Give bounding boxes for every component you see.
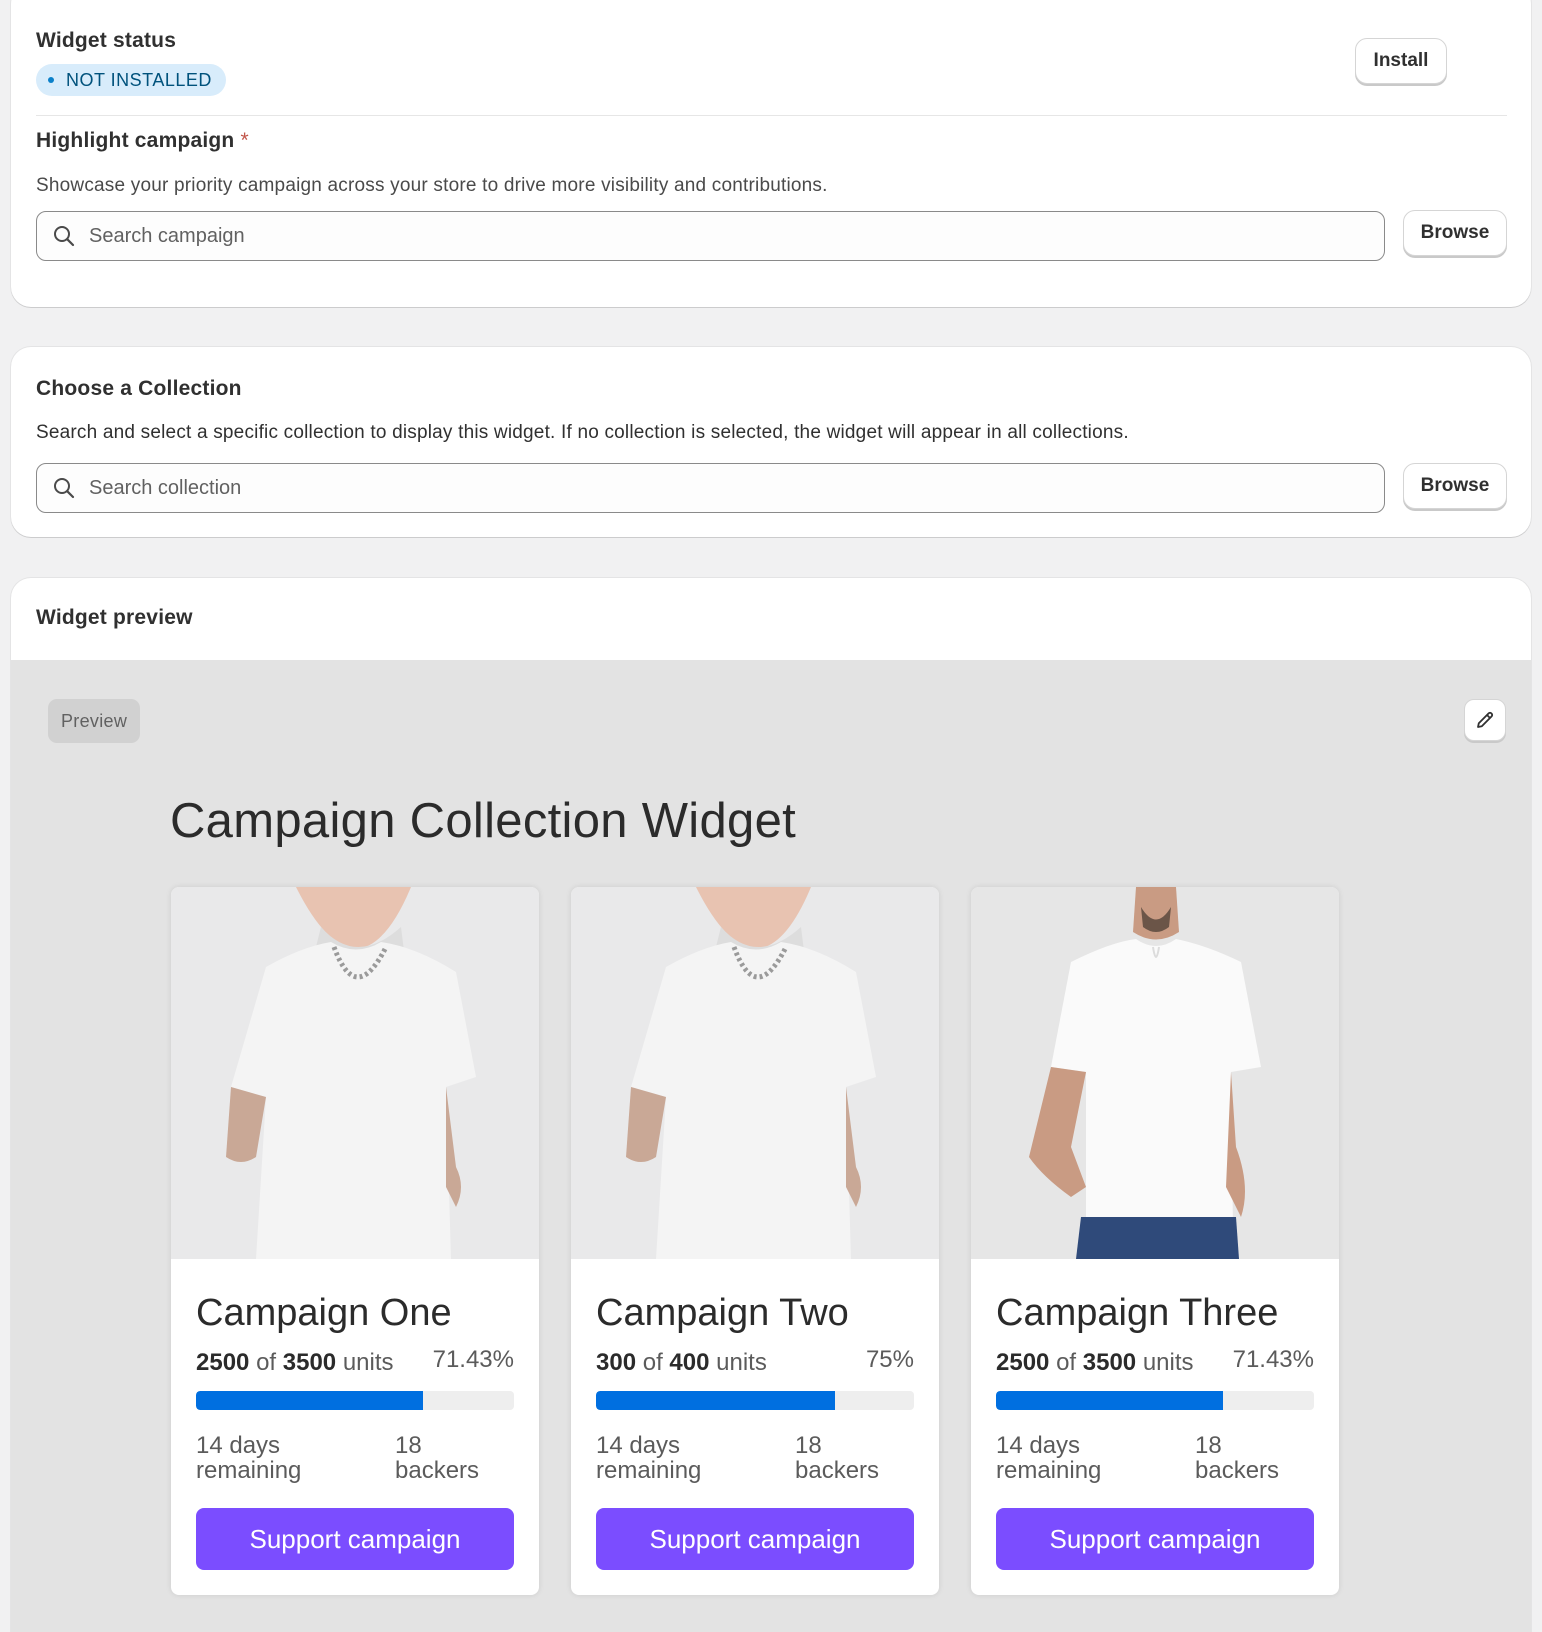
search-collection-field[interactable] — [36, 463, 1385, 513]
search-icon — [54, 226, 75, 247]
highlight-campaign-description: Showcase your priority campaign across y… — [36, 175, 828, 196]
widget-heading: Campaign Collection Widget — [170, 794, 797, 848]
campaign-card: Campaign One 2500 of 3500 units 71.43% 1… — [171, 887, 539, 1595]
units-of: of — [642, 1349, 663, 1376]
campaign-card: Campaign Three 2500 of 3500 units 71.43%… — [971, 887, 1339, 1595]
units-label: units — [716, 1349, 767, 1376]
units-of: of — [256, 1349, 277, 1376]
campaign-units: 2500 of 3500 units — [996, 1349, 1194, 1377]
campaign-units: 300 of 400 units — [596, 1349, 767, 1377]
campaign-image — [571, 887, 939, 1259]
units-label: units — [1142, 1349, 1194, 1376]
campaign-units: 2500 of 3500 units — [196, 1349, 394, 1377]
search-icon — [54, 478, 75, 499]
search-campaign-field[interactable] — [36, 211, 1385, 261]
campaign-percent: 71.43% — [1232, 1346, 1314, 1373]
search-campaign-input[interactable] — [89, 224, 1329, 248]
campaign-image — [171, 887, 539, 1259]
campaign-percent: 75% — [865, 1346, 914, 1373]
campaign-percent: 71.43% — [432, 1346, 514, 1373]
progress-fill — [596, 1391, 835, 1410]
support-campaign-button[interactable]: Support campaign — [996, 1508, 1314, 1570]
backers-count: 18 backers — [795, 1432, 880, 1484]
preview-canvas: Preview Campaign Collection Widget Campa… — [11, 660, 1531, 1632]
preview-tag: Preview — [48, 699, 141, 743]
highlight-campaign-title: Highlight campaign * — [36, 129, 249, 153]
status-badge-label: NOT INSTALLED — [66, 69, 212, 90]
browse-campaign-button[interactable]: Browse — [1403, 210, 1507, 256]
choose-collection-title: Choose a Collection — [36, 377, 242, 400]
days-remaining: 14 days remaining — [596, 1432, 702, 1484]
model-tshirt-jeans-image — [971, 887, 1339, 1259]
status-badge: NOT INSTALLED — [36, 64, 226, 96]
units-of: of — [1056, 1349, 1077, 1376]
campaign-image — [971, 887, 1339, 1259]
campaign-progress-bar — [196, 1391, 514, 1410]
campaign-progress-bar — [596, 1391, 914, 1410]
campaign-card: Campaign Two 300 of 400 units 75% 14 day… — [571, 887, 939, 1595]
progress-fill — [196, 1391, 424, 1410]
choose-collection-description: Search and select a specific collection … — [36, 422, 1129, 443]
campaign-title: Campaign One — [196, 1292, 452, 1334]
required-indicator: * — [240, 129, 249, 152]
pencil-icon — [1477, 711, 1494, 728]
units-goal: 400 — [669, 1349, 710, 1376]
units-label: units — [342, 1349, 394, 1376]
model-tshirt-image — [171, 887, 539, 1259]
backers-count: 18 backers — [1195, 1432, 1280, 1484]
units-goal: 3500 — [282, 1349, 337, 1376]
days-remaining: 14 days remaining — [996, 1432, 1102, 1484]
campaign-title: Campaign Three — [996, 1292, 1279, 1334]
backers-count: 18 backers — [395, 1432, 480, 1484]
progress-fill — [996, 1391, 1224, 1410]
support-campaign-button[interactable]: Support campaign — [196, 1508, 514, 1570]
section-divider — [36, 115, 1507, 116]
units-current: 300 — [596, 1349, 637, 1376]
units-current: 2500 — [996, 1349, 1050, 1376]
highlight-campaign-label: Highlight campaign — [36, 129, 235, 152]
campaign-progress-bar — [996, 1391, 1314, 1410]
units-current: 2500 — [196, 1349, 250, 1376]
model-tshirt-image — [571, 887, 939, 1259]
units-goal: 3500 — [1082, 1349, 1137, 1376]
edit-widget-button[interactable] — [1464, 699, 1506, 741]
widget-preview-title: Widget preview — [36, 606, 193, 629]
widget-settings-card: Widget status NOT INSTALLED Install High… — [11, 0, 1531, 307]
campaign-title: Campaign Two — [596, 1292, 849, 1334]
install-button[interactable]: Install — [1355, 38, 1447, 84]
browse-collection-button[interactable]: Browse — [1403, 463, 1507, 509]
support-campaign-button[interactable]: Support campaign — [596, 1508, 914, 1570]
choose-collection-card: Choose a Collection Search and select a … — [11, 347, 1531, 537]
days-remaining: 14 days remaining — [196, 1432, 302, 1484]
search-collection-input[interactable] — [89, 476, 1329, 500]
widget-preview-card: Widget preview Preview Campaign Collecti… — [11, 578, 1531, 1632]
widget-status-title: Widget status — [36, 29, 177, 52]
status-dot — [48, 77, 54, 83]
